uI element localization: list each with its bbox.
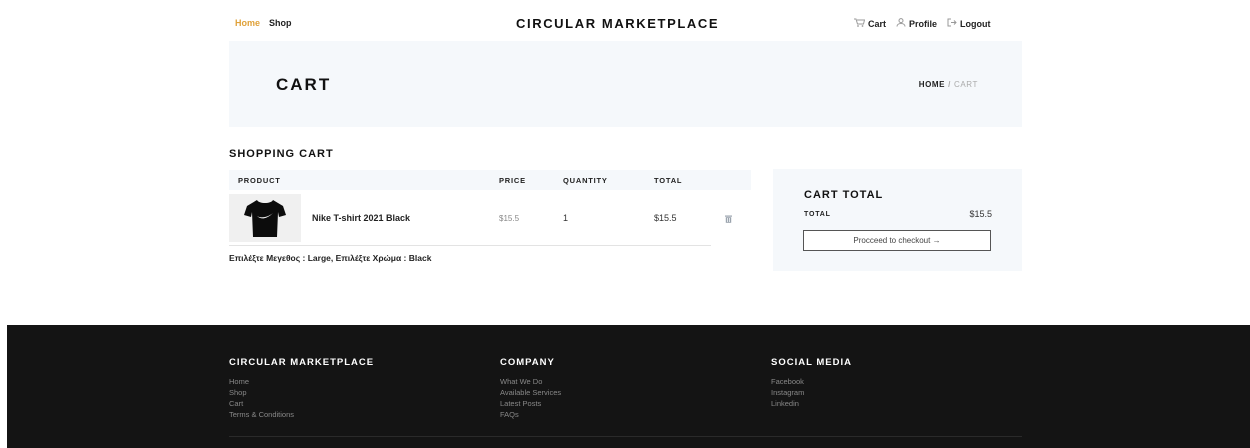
- nav-profile-label: Profile: [909, 18, 938, 29]
- nav-link-shop[interactable]: Shop: [269, 18, 292, 28]
- footer-heading-company: COMPANY: [500, 357, 555, 368]
- footer-link-available-services[interactable]: Available Services: [500, 387, 561, 398]
- profile-icon: [896, 18, 906, 29]
- breadcrumb-current: CART: [953, 80, 978, 89]
- trash-icon[interactable]: [725, 215, 732, 223]
- footer-divider: [229, 436, 1022, 437]
- footer-link-home[interactable]: Home: [229, 376, 374, 387]
- footer-link-faqs[interactable]: FAQs: [500, 409, 561, 420]
- footer-link-terms[interactable]: Terms & Conditions: [229, 409, 374, 420]
- product-variant-options: Επιλέξτε Μεγεθος : Large, Επιλέξτε Χρώμα…: [229, 253, 432, 263]
- nav-logout-label: Logout: [960, 18, 991, 29]
- product-name-link[interactable]: Nike T-shirt 2021 Black: [312, 213, 410, 223]
- product-line-total: $15.5: [654, 213, 677, 223]
- column-header-quantity: QUANTITY: [563, 176, 608, 185]
- nav-cart-label: Cart: [868, 18, 887, 29]
- page-title: CART: [276, 75, 332, 94]
- footer-link-facebook[interactable]: Facebook: [771, 376, 852, 387]
- column-header-product: PRODUCT: [238, 176, 281, 185]
- cart-total-panel: CART TOTAL TOTAL $15.5 Procceed to check…: [773, 169, 1022, 271]
- footer-link-shop[interactable]: Shop: [229, 387, 374, 398]
- product-price: $15.5: [499, 214, 520, 223]
- product-quantity[interactable]: 1: [563, 213, 568, 223]
- account-nav: Cart Profile Logout: [854, 18, 991, 29]
- cart-total-value: $15.5: [969, 209, 992, 219]
- footer-column-company: COMPANY What We Do Available Services La…: [500, 357, 561, 420]
- footer-column-brand: CIRCULAR MARKETPLACE Home Shop Cart Term…: [229, 357, 374, 420]
- footer-link-latest-posts[interactable]: Latest Posts: [500, 398, 561, 409]
- proceed-to-checkout-button[interactable]: Procceed to checkout →: [803, 230, 991, 251]
- footer-link-what-we-do[interactable]: What We Do: [500, 376, 561, 387]
- breadcrumb-home-link[interactable]: HOME: [919, 80, 945, 89]
- nav-link-profile[interactable]: Profile: [896, 18, 937, 29]
- cart-table-header: PRODUCT PRICE QUANTITY TOTAL: [229, 170, 751, 190]
- primary-nav: Home Shop: [235, 18, 292, 28]
- footer-column-social: SOCIAL MEDIA Facebook Instagram Linkedin: [771, 357, 852, 409]
- footer-heading-brand: CIRCULAR MARKETPLACE: [229, 357, 375, 368]
- footer-link-linkedin[interactable]: Linkedin: [771, 398, 852, 409]
- site-footer: CIRCULAR MARKETPLACE Home Shop Cart Term…: [7, 325, 1250, 448]
- cart-total-heading: CART TOTAL: [804, 189, 884, 201]
- footer-link-cart[interactable]: Cart: [229, 398, 374, 409]
- shopping-cart-heading: SHOPPING CART: [229, 148, 334, 160]
- nav-link-cart[interactable]: Cart: [854, 18, 886, 29]
- breadcrumb-separator: /: [948, 80, 951, 89]
- column-header-price: PRICE: [499, 176, 526, 185]
- column-header-total: TOTAL: [654, 176, 683, 185]
- footer-heading-social: SOCIAL MEDIA: [771, 357, 852, 368]
- tshirt-image: [244, 200, 286, 237]
- cart-icon: [854, 18, 866, 29]
- cart-item-row: Nike T-shirt 2021 Black $15.5 1 $15.5: [229, 194, 732, 246]
- nav-link-home[interactable]: Home: [235, 18, 260, 28]
- logout-icon: [947, 18, 957, 29]
- product-thumbnail[interactable]: [229, 194, 301, 242]
- footer-link-instagram[interactable]: Instagram: [771, 387, 852, 398]
- cart-total-label: TOTAL: [804, 211, 831, 218]
- nav-link-logout[interactable]: Logout: [947, 18, 991, 29]
- site-brand[interactable]: CIRCULAR MARKETPLACE: [516, 16, 719, 31]
- page-hero: CART HOME / CART: [229, 41, 1022, 127]
- breadcrumb: HOME / CART: [919, 80, 978, 89]
- top-navbar: Home Shop CIRCULAR MARKETPLACE Cart Prof…: [0, 0, 1250, 46]
